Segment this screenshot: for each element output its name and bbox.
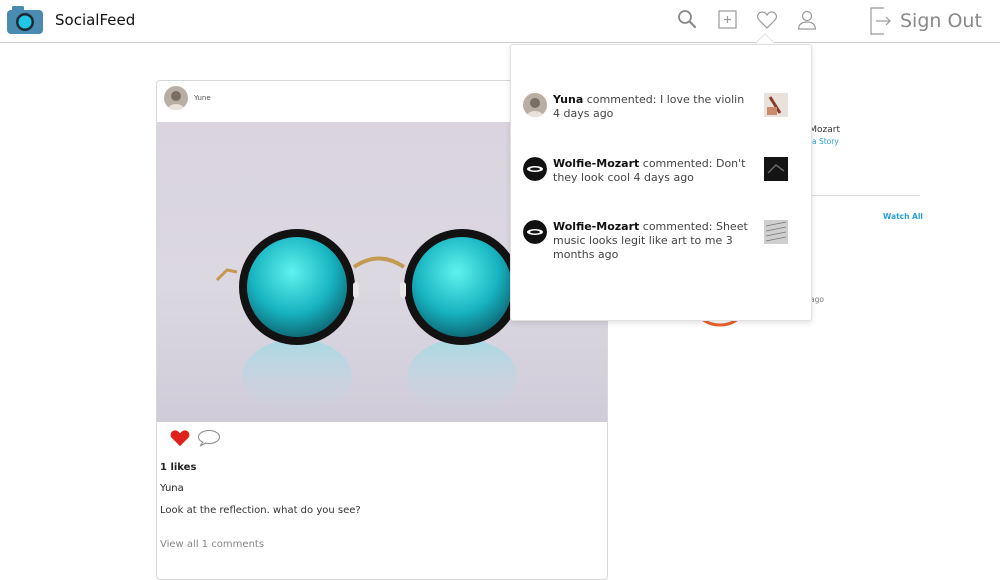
- camera-logo-icon[interactable]: [7, 6, 43, 34]
- sidebar-story-link[interactable]: a Story: [812, 137, 839, 146]
- sidebar-divider: [800, 195, 920, 196]
- notification-text: Yuna commented: I love the violin 4 days…: [553, 93, 753, 121]
- notification-thumbnail[interactable]: [764, 220, 788, 244]
- post-caption: Look at the reflection. what do you see?: [160, 505, 361, 516]
- caption-user[interactable]: Yuna: [160, 483, 184, 494]
- sign-out-icon: [870, 7, 891, 35]
- top-nav-bar: SocialFeed Sign Out: [0, 0, 1000, 43]
- sign-out-button[interactable]: Sign Out: [870, 7, 982, 35]
- notifications-dropdown: Yuna commented: I love the violin 4 days…: [510, 44, 812, 321]
- notification-text: Wolfie-Mozart commented: Don't they look…: [553, 157, 753, 185]
- comment-icon[interactable]: [197, 429, 221, 447]
- profile-icon[interactable]: [795, 8, 819, 32]
- post-author[interactable]: Yune: [194, 94, 211, 102]
- heart-icon[interactable]: [755, 8, 779, 32]
- notification-text: Wolfie-Mozart commented: Sheet music loo…: [553, 220, 753, 262]
- notification-avatar[interactable]: [523, 93, 547, 117]
- notification-user[interactable]: Yuna: [553, 93, 583, 106]
- add-post-icon[interactable]: [716, 8, 740, 32]
- notification-avatar[interactable]: [523, 220, 547, 244]
- view-comments-link[interactable]: View all 1 comments: [160, 539, 264, 550]
- watch-all-link[interactable]: Watch All: [883, 212, 923, 221]
- brand-name[interactable]: SocialFeed: [55, 11, 135, 29]
- notification-user[interactable]: Wolfie-Mozart: [553, 220, 639, 233]
- like-heart-icon[interactable]: [169, 429, 191, 447]
- notification-user[interactable]: Wolfie-Mozart: [553, 157, 639, 170]
- notification-avatar[interactable]: [523, 157, 547, 181]
- notification-thumbnail[interactable]: [764, 93, 788, 117]
- search-icon[interactable]: [675, 8, 699, 32]
- author-avatar[interactable]: [164, 86, 188, 110]
- sign-out-label: Sign Out: [900, 10, 982, 32]
- notification-thumbnail[interactable]: [764, 157, 788, 181]
- like-count: 1 likes: [160, 462, 197, 473]
